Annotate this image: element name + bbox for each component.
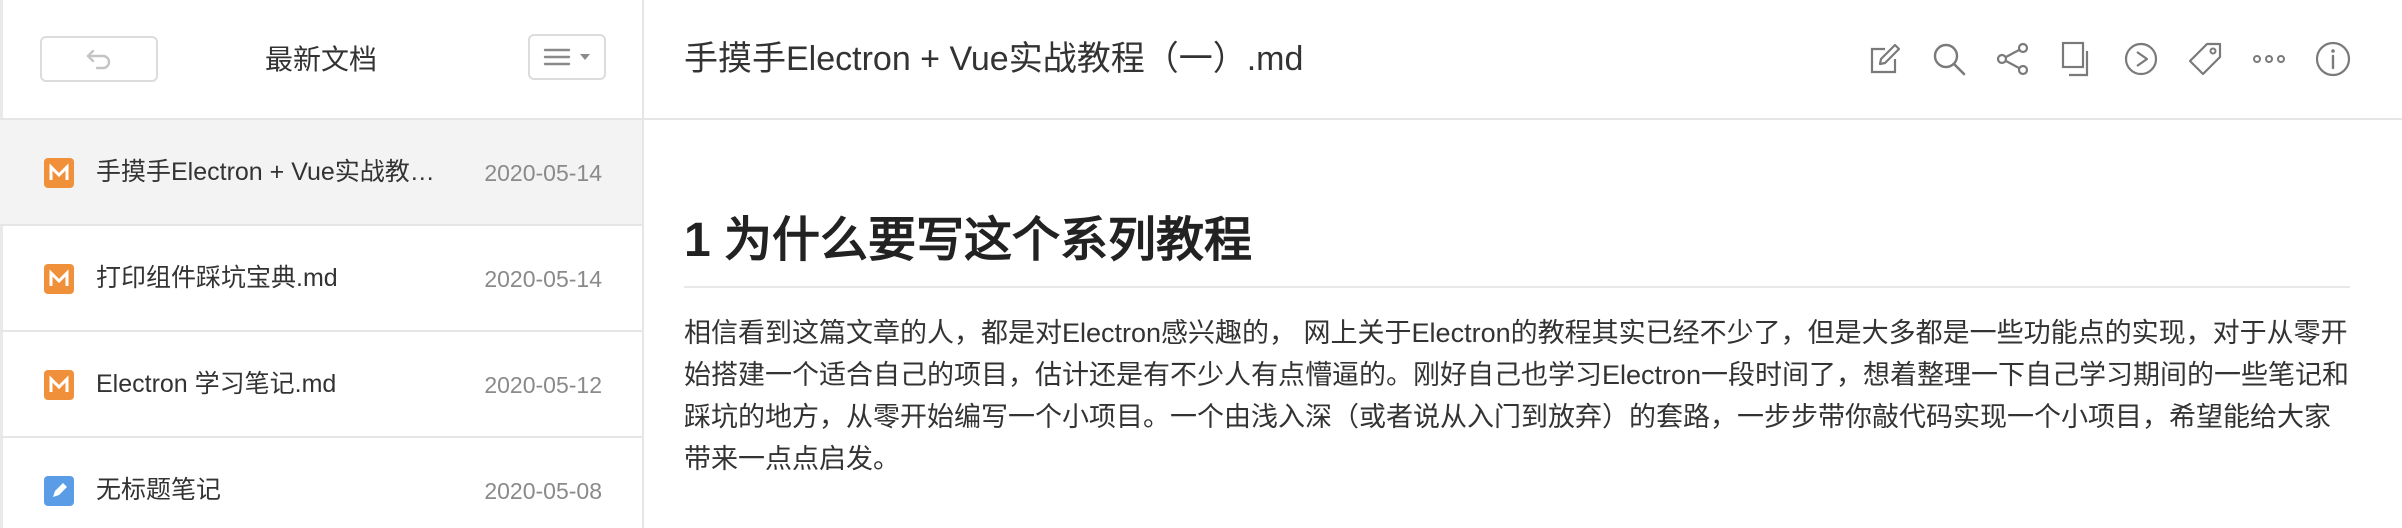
- search-icon: [1929, 39, 1969, 79]
- section-heading: 1 为什么要写这个系列教程: [684, 206, 2350, 288]
- body-paragraph: 相信看到这篇文章的人，都是对Electron感兴趣的， 网上关于Electron…: [684, 318, 2350, 474]
- tag-icon: [2185, 39, 2225, 79]
- document-sidebar: 最新文档 手摸手Electron + Vue实战教程 2020-05-14 打印…: [0, 0, 644, 528]
- markdown-icon: [44, 370, 74, 400]
- edit-icon: [1865, 39, 1905, 79]
- document-title: 手摸手Electron + Vue实战教程（一）.md: [96, 158, 448, 186]
- document-list: 手摸手Electron + Vue实战教程（一）.md 2020-05-14 打…: [0, 120, 642, 528]
- document-date: 2020-05-14: [484, 160, 602, 186]
- app-window: 最新文档 手摸手Electron + Vue实战教程 2020-05-14 打印…: [0, 0, 2402, 528]
- edit-button[interactable]: [1864, 38, 1906, 80]
- markdown-icon: [44, 264, 74, 294]
- copy-icon: [2057, 39, 2097, 79]
- document-title: 打印组件踩坑宝典.md: [96, 264, 338, 292]
- list-menu-icon: [543, 46, 571, 68]
- sidebar-header: 最新文档: [0, 0, 642, 120]
- present-button[interactable]: [2120, 38, 2162, 80]
- tag-button[interactable]: [2184, 38, 2226, 80]
- markdown-icon: [44, 158, 74, 188]
- info-icon: [2313, 39, 2353, 79]
- document-title: 无标题笔记: [96, 476, 222, 504]
- document-title-heading: 手摸手Electron + Vue实战教程（一）.md: [684, 40, 1304, 78]
- document-list-item[interactable]: 手摸手Electron + Vue实战教程（一）.md 2020-05-14: [0, 120, 642, 226]
- more-icon: [2249, 39, 2289, 79]
- document-list-item[interactable]: 无标题笔记 2020-05-08: [0, 438, 642, 528]
- play-icon: [2121, 39, 2161, 79]
- info-button[interactable]: [2312, 38, 2354, 80]
- note-icon: [44, 476, 74, 506]
- document-content: 1 为什么要写这个系列教程 相信看到这篇文章的人，都是对Electron感兴趣的…: [644, 120, 2402, 480]
- document-list-item[interactable]: 打印组件踩坑宝典.md 2020-05-14: [0, 226, 642, 332]
- share-icon: [1993, 39, 2033, 79]
- viewer-header: 手摸手Electron + Vue实战教程（一）.md: [644, 0, 2402, 120]
- document-date: 2020-05-14: [484, 266, 602, 292]
- sort-menu-button[interactable]: [528, 34, 606, 80]
- copy-button[interactable]: [2056, 38, 2098, 80]
- document-list-item[interactable]: Electron 学习笔记.md 2020-05-12: [0, 332, 642, 438]
- document-title: Electron 学习笔记.md: [96, 370, 337, 398]
- search-button[interactable]: [1928, 38, 1970, 80]
- viewer-toolbar: [1864, 38, 2354, 80]
- more-button[interactable]: [2248, 38, 2290, 80]
- chevron-down-icon: [579, 53, 591, 61]
- document-viewer: 手摸手Electron + Vue实战教程（一）.md 1 为什么要写这个系列教…: [644, 0, 2402, 528]
- document-date: 2020-05-12: [484, 372, 602, 398]
- share-button[interactable]: [1992, 38, 2034, 80]
- document-date: 2020-05-08: [484, 478, 602, 504]
